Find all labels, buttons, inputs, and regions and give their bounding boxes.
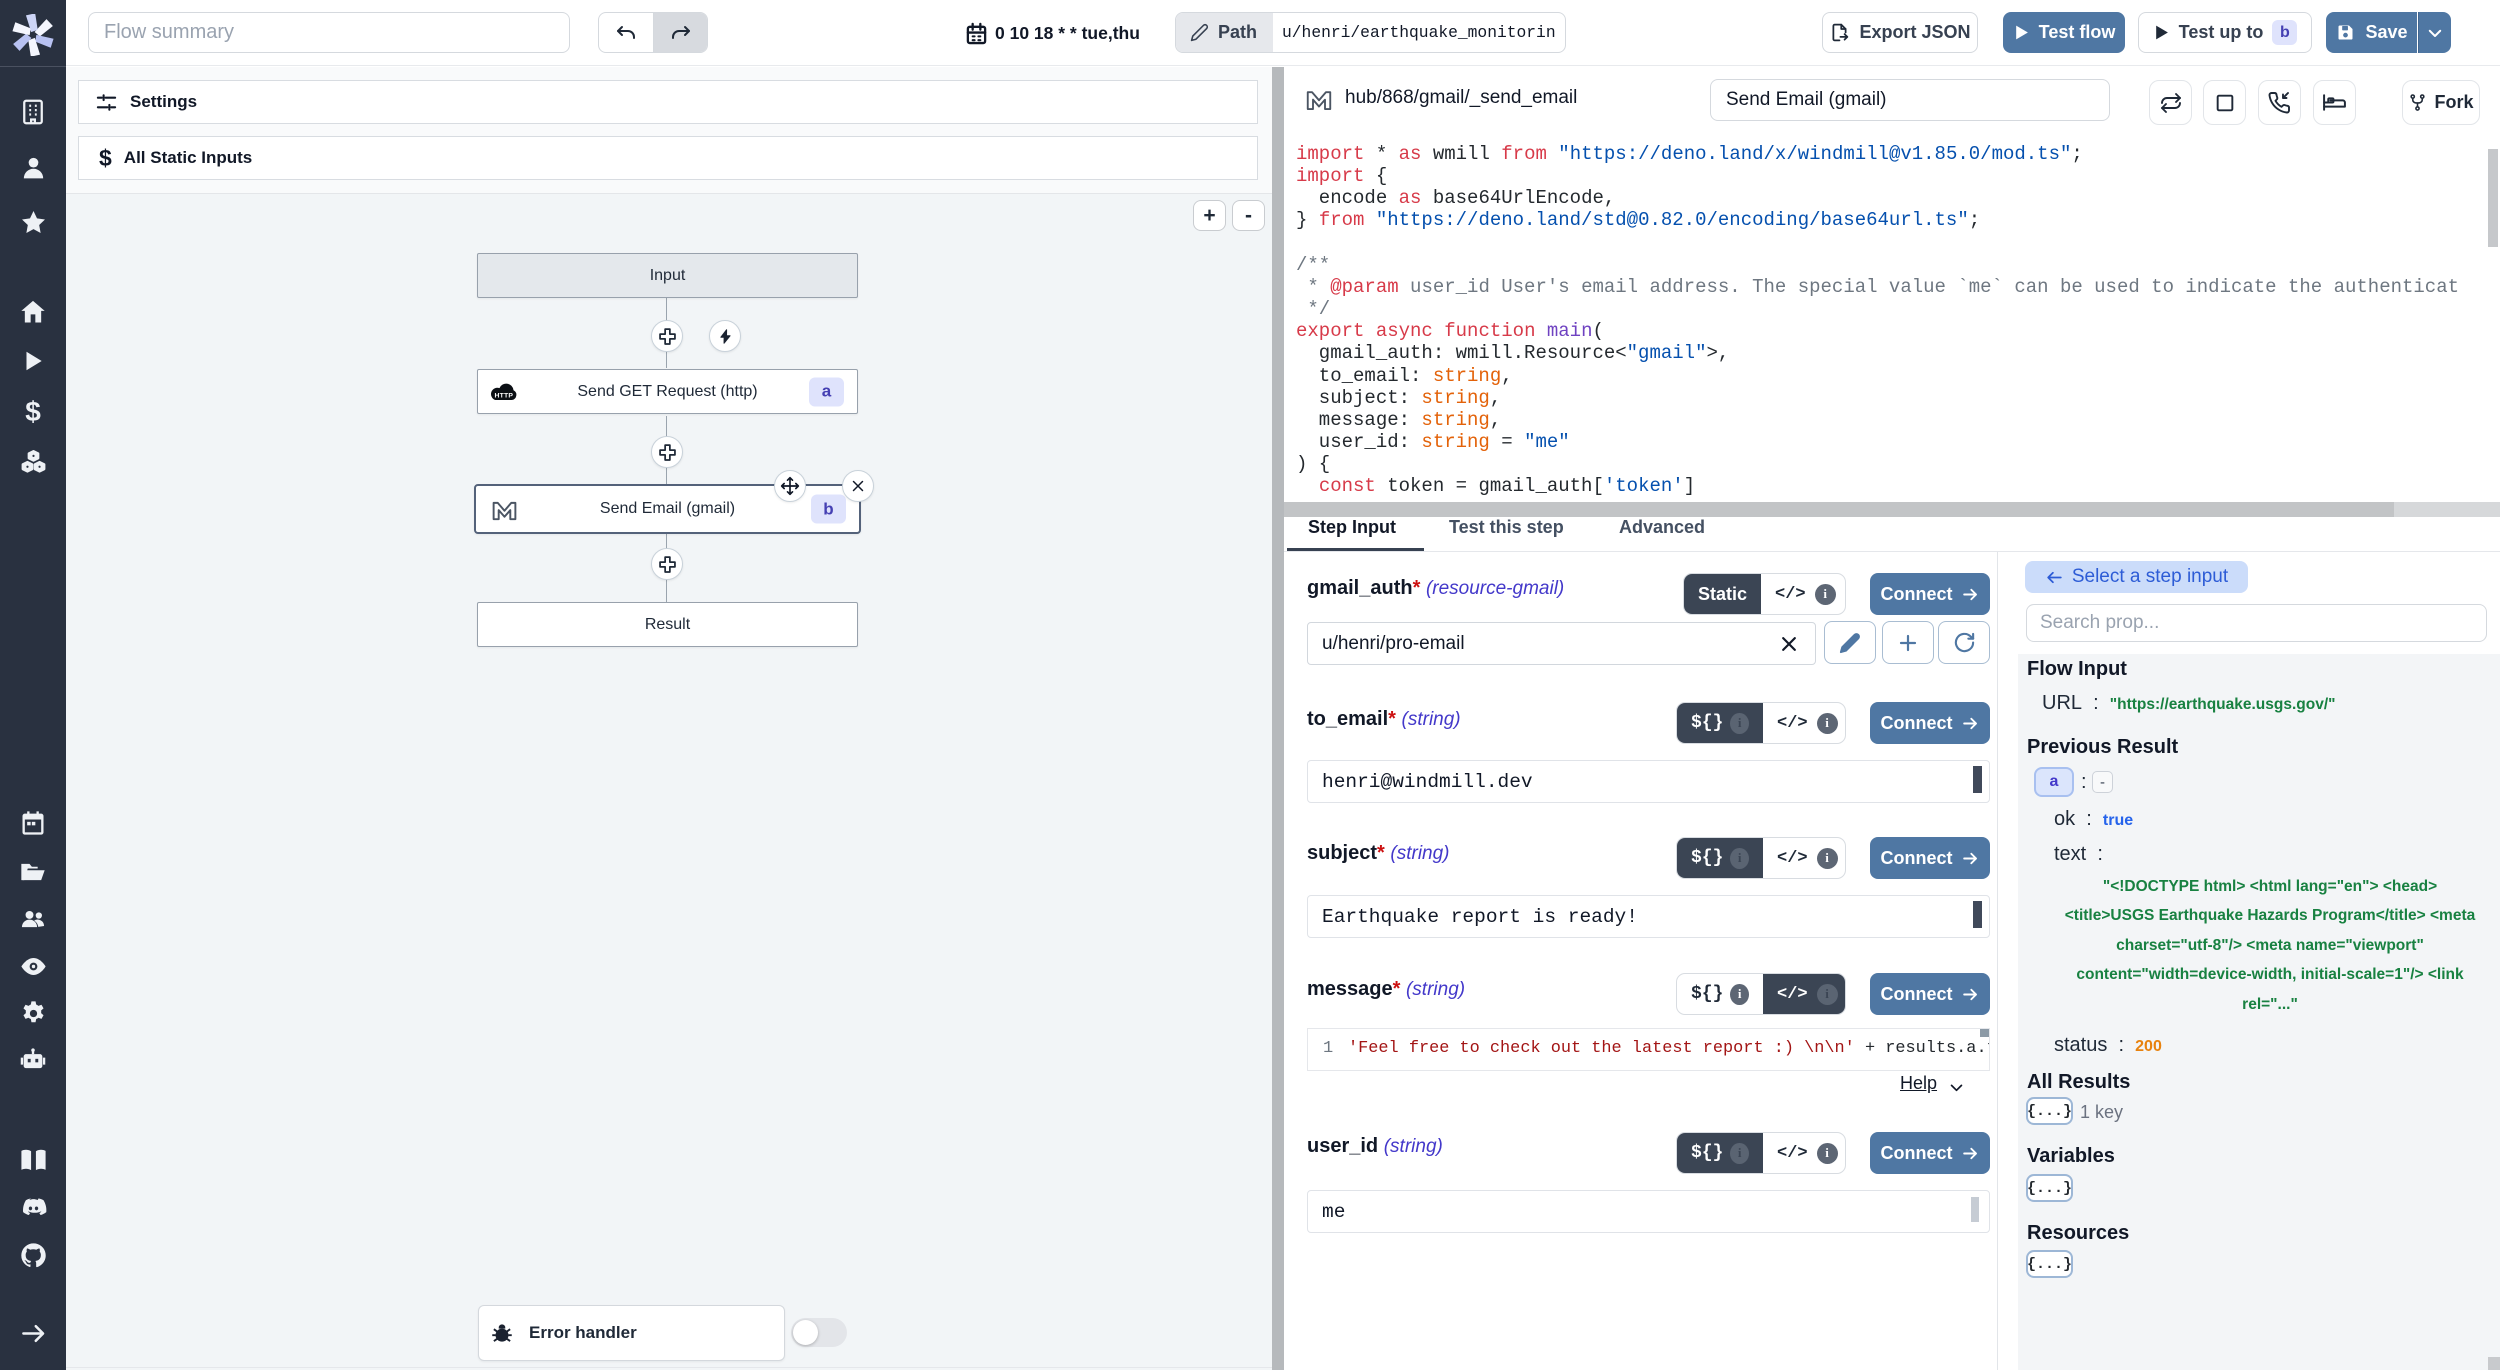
- svg-text:HTTP: HTTP: [495, 392, 514, 399]
